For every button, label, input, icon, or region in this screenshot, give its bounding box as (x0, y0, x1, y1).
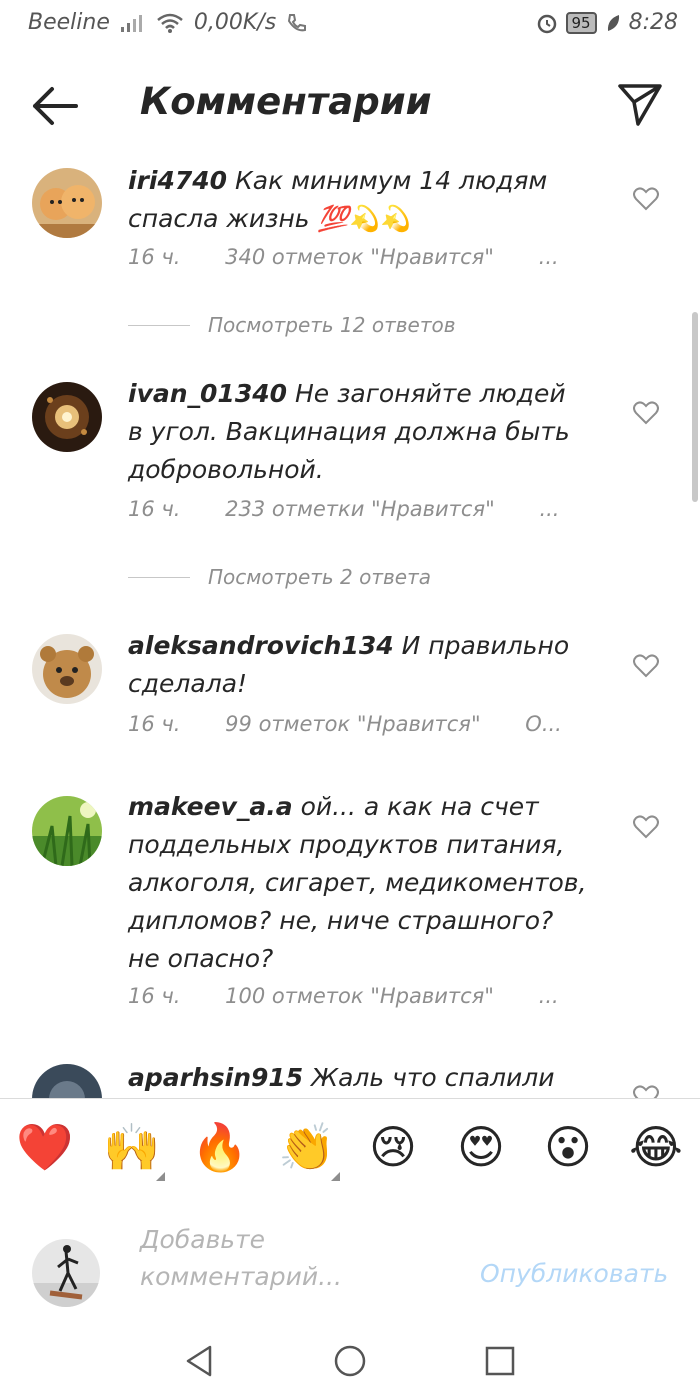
comment-text-block: iri4740 Как минимум 14 людям спасла жизн… (128, 162, 588, 238)
comment-more[interactable]: ... (539, 984, 559, 1008)
send-icon[interactable] (616, 80, 664, 128)
avatar[interactable] (32, 382, 102, 452)
alarm-icon (537, 14, 556, 33)
comment-time: 16 ч. (128, 984, 181, 1008)
battery-indicator: 95 (565, 11, 597, 34)
comment-more[interactable]: ... (539, 497, 559, 521)
status-left: Beeline 0,00K/s (28, 10, 308, 35)
current-user-avatar (32, 1239, 100, 1307)
avatar[interactable] (32, 796, 102, 866)
heart-outline-icon[interactable] (633, 187, 659, 211)
status-bar: Beeline 0,00K/s 95 8:28 (0, 0, 700, 48)
emoji-heart[interactable]: ❤️ (16, 1119, 73, 1175)
back-arrow-icon[interactable] (30, 84, 80, 128)
status-right: 95 8:28 (536, 10, 678, 35)
page-title: Комментарии (140, 80, 432, 123)
view-replies[interactable]: Посмотреть 2 ответа (128, 565, 431, 589)
comment-input[interactable]: Добавьте комментарий... (140, 1221, 440, 1295)
avatar[interactable] (32, 634, 102, 704)
comment-username[interactable]: aparhsin915 (128, 1063, 303, 1092)
comment-username[interactable]: makeev_a.a (128, 792, 293, 821)
emoji-crying[interactable]: 😢 (365, 1119, 421, 1175)
header: Комментарии (0, 60, 700, 150)
comment-time: 16 ч. (128, 497, 181, 521)
comment-input-bar: Добавьте комментарий... Опубликовать (0, 1193, 700, 1323)
skin-tone-indicator (331, 1172, 340, 1181)
comment-time: 16 ч. (128, 245, 181, 269)
comment-meta: 16 ч. 99 отметок "Нравится" О... (128, 712, 600, 736)
comment-username[interactable]: ivan_01340 (128, 379, 287, 408)
comment-likes[interactable]: 99 отметок "Нравится" (225, 712, 480, 736)
emoji-bar: ❤️ 🙌 🔥 👏 😢 😍 😮 😂 (0, 1098, 700, 1194)
comment-username[interactable]: aleksandrovich134 (128, 631, 394, 660)
phone-icon (288, 13, 307, 31)
comment-text-block: ivan_01340 Не загоняйте людей в угол. Ва… (128, 375, 588, 489)
clock: 8:28 (628, 10, 678, 35)
emoji-open-mouth[interactable]: 😮 (540, 1119, 596, 1175)
comment-likes[interactable]: 340 отметок "Нравится" (225, 245, 494, 269)
view-replies-label[interactable]: Посмотреть 12 ответов (208, 313, 456, 337)
heart-outline-icon[interactable] (633, 815, 659, 839)
replies-divider (128, 324, 190, 326)
scrollbar[interactable] (692, 312, 698, 502)
heart-outline-icon[interactable] (633, 654, 659, 678)
nav-home-icon[interactable] (332, 1343, 368, 1379)
comment-meta: 16 ч. 233 отметки "Нравится" ... (128, 497, 597, 521)
comment-text-block: makeev_a.a ой... а как на счет поддельны… (128, 788, 588, 978)
comment-username[interactable]: iri4740 (128, 166, 227, 195)
heart-outline-icon[interactable] (633, 401, 659, 425)
publish-button[interactable]: Опубликовать (480, 1259, 668, 1288)
wifi-icon (157, 13, 183, 33)
nav-recent-icon[interactable] (482, 1343, 518, 1379)
network-speed: 0,00K/s (193, 10, 277, 35)
comment-more[interactable]: ... (539, 245, 559, 269)
view-replies-label[interactable]: Посмотреть 2 ответа (208, 565, 431, 589)
comment-more[interactable]: О... (525, 712, 562, 736)
replies-divider (128, 576, 190, 578)
emoji-heart-eyes[interactable]: 😍 (453, 1119, 509, 1175)
emoji-tears-of-joy[interactable]: 😂 (628, 1119, 684, 1175)
comment-time: 16 ч. (128, 712, 181, 736)
emoji-fire[interactable]: 🔥 (191, 1119, 248, 1175)
comment-meta: 16 ч. 100 отметок "Нравится" ... (128, 984, 597, 1008)
comment-text-block: aleksandrovich134 И правильно сделала! (128, 627, 588, 703)
view-replies[interactable]: Посмотреть 12 ответов (128, 313, 456, 337)
comment-meta: 16 ч. 340 отметок "Нравится" ... (128, 245, 597, 269)
comment-likes[interactable]: 100 отметок "Нравится" (225, 984, 494, 1008)
carrier-label: Beeline (28, 10, 110, 35)
signal-icon (120, 14, 142, 32)
leaf-icon (607, 14, 619, 31)
emoji-clap[interactable]: 👏 (278, 1119, 335, 1175)
skin-tone-indicator (156, 1172, 165, 1181)
nav-back-icon[interactable] (182, 1343, 218, 1379)
emoji-raised-hands[interactable]: 🙌 (103, 1119, 160, 1175)
avatar[interactable] (32, 168, 102, 238)
system-nav-bar (0, 1323, 700, 1400)
comment-likes[interactable]: 233 отметки "Нравится" (225, 497, 495, 521)
